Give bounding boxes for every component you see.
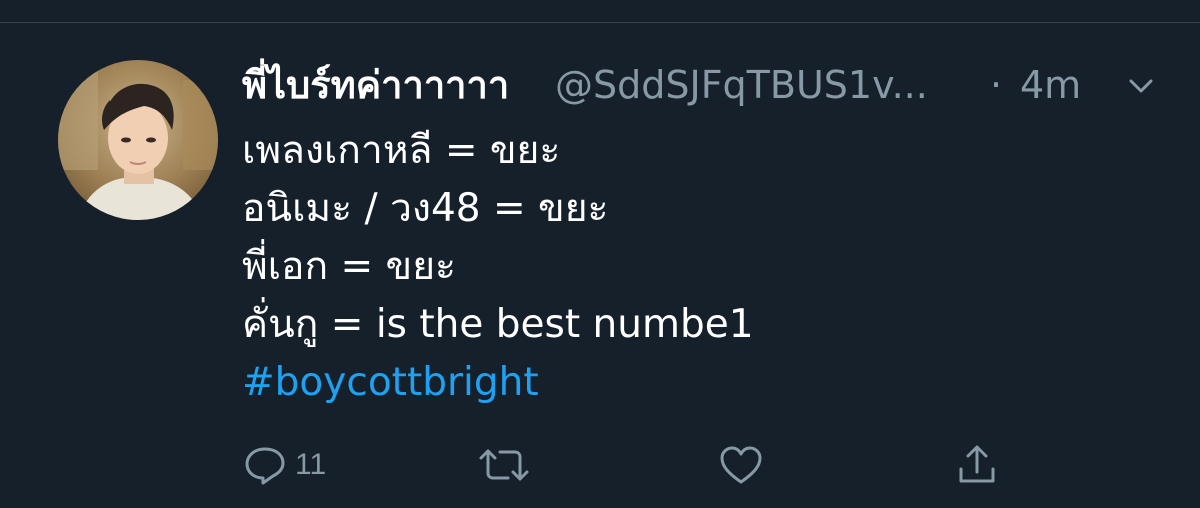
reply-button[interactable]: 11 bbox=[243, 440, 326, 490]
tweet-line-4: คั่นกู = is the best numbe1 bbox=[242, 302, 754, 347]
tweet-line-3: พี่เอก = ขยะ bbox=[242, 244, 457, 289]
tweet-header: พี่ไบร์ทค่าาาาาา @SddSJFqTBUS1v... · 4m bbox=[242, 55, 1172, 115]
reply-icon bbox=[243, 443, 287, 487]
reply-count: 11 bbox=[295, 448, 327, 481]
retweet-icon bbox=[478, 443, 530, 487]
avatar[interactable] bbox=[58, 60, 218, 220]
display-name[interactable]: พี่ไบร์ทค่าาาาาา bbox=[242, 55, 509, 115]
heart-icon bbox=[718, 443, 764, 487]
tweet-line-2: อนิเมะ / วง48 = ขยะ bbox=[242, 186, 609, 231]
tweet-line-1: เพลงเกาหลี = ขยะ bbox=[242, 128, 561, 173]
tweet-text: เพลงเกาหลี = ขยะ อนิเมะ / วง48 = ขยะ พี่… bbox=[242, 122, 1142, 412]
share-button[interactable] bbox=[955, 440, 999, 490]
like-button[interactable] bbox=[718, 440, 772, 490]
user-handle[interactable]: @SddSJFqTBUS1v... bbox=[555, 55, 928, 115]
top-divider bbox=[0, 22, 1200, 23]
hashtag-link[interactable]: #boycottbright bbox=[242, 354, 1142, 412]
chevron-down-icon[interactable] bbox=[1126, 71, 1156, 101]
separator-dot: · bbox=[990, 63, 1003, 107]
retweet-button[interactable] bbox=[478, 440, 538, 490]
tweet-actions: 11 bbox=[0, 440, 1200, 490]
share-icon bbox=[955, 443, 999, 487]
tweet-timestamp[interactable]: 4m bbox=[1020, 55, 1081, 115]
